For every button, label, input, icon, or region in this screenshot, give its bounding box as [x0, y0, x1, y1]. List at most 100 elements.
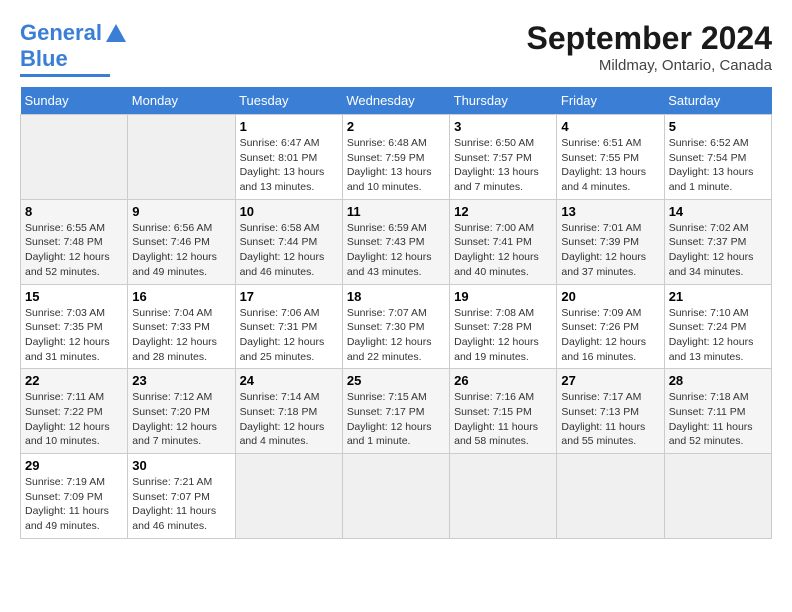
- calendar-cell: 19 Sunrise: 7:08 AM Sunset: 7:28 PM Dayl…: [450, 284, 557, 369]
- day-number: 9: [132, 204, 230, 219]
- calendar-cell: 17 Sunrise: 7:06 AM Sunset: 7:31 PM Dayl…: [235, 284, 342, 369]
- day-number: 24: [240, 373, 338, 388]
- day-info: Sunrise: 6:52 AM Sunset: 7:54 PM Dayligh…: [669, 136, 767, 195]
- day-info: Sunrise: 7:09 AM Sunset: 7:26 PM Dayligh…: [561, 306, 659, 365]
- day-number: 14: [669, 204, 767, 219]
- day-info: Sunrise: 7:21 AM Sunset: 7:07 PM Dayligh…: [132, 475, 230, 534]
- day-info: Sunrise: 6:59 AM Sunset: 7:43 PM Dayligh…: [347, 221, 445, 280]
- weekday-header-sunday: Sunday: [21, 87, 128, 115]
- calendar-cell: 16 Sunrise: 7:04 AM Sunset: 7:33 PM Dayl…: [128, 284, 235, 369]
- day-number: 13: [561, 204, 659, 219]
- day-info: Sunrise: 7:18 AM Sunset: 7:11 PM Dayligh…: [669, 390, 767, 449]
- day-number: 18: [347, 289, 445, 304]
- day-number: 16: [132, 289, 230, 304]
- calendar-cell: 25 Sunrise: 7:15 AM Sunset: 7:17 PM Dayl…: [342, 369, 449, 454]
- day-info: Sunrise: 7:17 AM Sunset: 7:13 PM Dayligh…: [561, 390, 659, 449]
- day-info: Sunrise: 7:03 AM Sunset: 7:35 PM Dayligh…: [25, 306, 123, 365]
- logo-text: General: [20, 20, 102, 46]
- weekday-header-wednesday: Wednesday: [342, 87, 449, 115]
- day-info: Sunrise: 7:00 AM Sunset: 7:41 PM Dayligh…: [454, 221, 552, 280]
- day-info: Sunrise: 7:15 AM Sunset: 7:17 PM Dayligh…: [347, 390, 445, 449]
- calendar-cell: 5 Sunrise: 6:52 AM Sunset: 7:54 PM Dayli…: [664, 115, 771, 200]
- calendar-cell: [342, 454, 449, 539]
- day-number: 28: [669, 373, 767, 388]
- day-info: Sunrise: 6:58 AM Sunset: 7:44 PM Dayligh…: [240, 221, 338, 280]
- calendar-cell: 12 Sunrise: 7:00 AM Sunset: 7:41 PM Dayl…: [450, 199, 557, 284]
- weekday-header-tuesday: Tuesday: [235, 87, 342, 115]
- day-number: 30: [132, 458, 230, 473]
- calendar-week-0: 1 Sunrise: 6:47 AM Sunset: 8:01 PM Dayli…: [21, 115, 772, 200]
- day-number: 19: [454, 289, 552, 304]
- day-info: Sunrise: 7:11 AM Sunset: 7:22 PM Dayligh…: [25, 390, 123, 449]
- day-info: Sunrise: 6:51 AM Sunset: 7:55 PM Dayligh…: [561, 136, 659, 195]
- calendar-cell: 20 Sunrise: 7:09 AM Sunset: 7:26 PM Dayl…: [557, 284, 664, 369]
- month-title: September 2024: [527, 20, 772, 57]
- calendar-cell: 9 Sunrise: 6:56 AM Sunset: 7:46 PM Dayli…: [128, 199, 235, 284]
- calendar-cell: [128, 115, 235, 200]
- day-number: 3: [454, 119, 552, 134]
- title-block: September 2024 Mildmay, Ontario, Canada: [527, 20, 772, 74]
- weekday-header-saturday: Saturday: [664, 87, 771, 115]
- day-info: Sunrise: 7:06 AM Sunset: 7:31 PM Dayligh…: [240, 306, 338, 365]
- calendar-cell: [450, 454, 557, 539]
- day-info: Sunrise: 6:48 AM Sunset: 7:59 PM Dayligh…: [347, 136, 445, 195]
- calendar-cell: [21, 115, 128, 200]
- day-number: 22: [25, 373, 123, 388]
- page-header: General Blue September 2024 Mildmay, Ont…: [20, 20, 772, 77]
- calendar-cell: 29 Sunrise: 7:19 AM Sunset: 7:09 PM Dayl…: [21, 454, 128, 539]
- calendar-cell: 15 Sunrise: 7:03 AM Sunset: 7:35 PM Dayl…: [21, 284, 128, 369]
- calendar-cell: 23 Sunrise: 7:12 AM Sunset: 7:20 PM Dayl…: [128, 369, 235, 454]
- logo-blue-text: Blue: [20, 46, 68, 72]
- calendar-cell: 1 Sunrise: 6:47 AM Sunset: 8:01 PM Dayli…: [235, 115, 342, 200]
- calendar-cell: 24 Sunrise: 7:14 AM Sunset: 7:18 PM Dayl…: [235, 369, 342, 454]
- calendar-cell: 10 Sunrise: 6:58 AM Sunset: 7:44 PM Dayl…: [235, 199, 342, 284]
- day-info: Sunrise: 7:19 AM Sunset: 7:09 PM Dayligh…: [25, 475, 123, 534]
- day-number: 27: [561, 373, 659, 388]
- day-number: 8: [25, 204, 123, 219]
- calendar-cell: 22 Sunrise: 7:11 AM Sunset: 7:22 PM Dayl…: [21, 369, 128, 454]
- location: Mildmay, Ontario, Canada: [527, 57, 772, 74]
- day-number: 25: [347, 373, 445, 388]
- day-info: Sunrise: 7:01 AM Sunset: 7:39 PM Dayligh…: [561, 221, 659, 280]
- calendar-cell: 27 Sunrise: 7:17 AM Sunset: 7:13 PM Dayl…: [557, 369, 664, 454]
- day-info: Sunrise: 7:10 AM Sunset: 7:24 PM Dayligh…: [669, 306, 767, 365]
- day-info: Sunrise: 7:16 AM Sunset: 7:15 PM Dayligh…: [454, 390, 552, 449]
- day-info: Sunrise: 7:02 AM Sunset: 7:37 PM Dayligh…: [669, 221, 767, 280]
- calendar-cell: 26 Sunrise: 7:16 AM Sunset: 7:15 PM Dayl…: [450, 369, 557, 454]
- calendar-cell: 8 Sunrise: 6:55 AM Sunset: 7:48 PM Dayli…: [21, 199, 128, 284]
- day-info: Sunrise: 6:55 AM Sunset: 7:48 PM Dayligh…: [25, 221, 123, 280]
- calendar-cell: 21 Sunrise: 7:10 AM Sunset: 7:24 PM Dayl…: [664, 284, 771, 369]
- day-number: 26: [454, 373, 552, 388]
- day-info: Sunrise: 7:07 AM Sunset: 7:30 PM Dayligh…: [347, 306, 445, 365]
- calendar-cell: 3 Sunrise: 6:50 AM Sunset: 7:57 PM Dayli…: [450, 115, 557, 200]
- day-number: 17: [240, 289, 338, 304]
- calendar-week-2: 15 Sunrise: 7:03 AM Sunset: 7:35 PM Dayl…: [21, 284, 772, 369]
- day-number: 2: [347, 119, 445, 134]
- calendar-cell: 28 Sunrise: 7:18 AM Sunset: 7:11 PM Dayl…: [664, 369, 771, 454]
- calendar-cell: [557, 454, 664, 539]
- calendar-cell: 11 Sunrise: 6:59 AM Sunset: 7:43 PM Dayl…: [342, 199, 449, 284]
- calendar-week-4: 29 Sunrise: 7:19 AM Sunset: 7:09 PM Dayl…: [21, 454, 772, 539]
- logo-underline: [20, 74, 110, 77]
- day-number: 12: [454, 204, 552, 219]
- calendar-week-3: 22 Sunrise: 7:11 AM Sunset: 7:22 PM Dayl…: [21, 369, 772, 454]
- logo: General Blue: [20, 20, 126, 77]
- day-info: Sunrise: 7:04 AM Sunset: 7:33 PM Dayligh…: [132, 306, 230, 365]
- weekday-header-friday: Friday: [557, 87, 664, 115]
- day-number: 1: [240, 119, 338, 134]
- day-info: Sunrise: 6:56 AM Sunset: 7:46 PM Dayligh…: [132, 221, 230, 280]
- day-number: 29: [25, 458, 123, 473]
- day-info: Sunrise: 6:47 AM Sunset: 8:01 PM Dayligh…: [240, 136, 338, 195]
- calendar-cell: 14 Sunrise: 7:02 AM Sunset: 7:37 PM Dayl…: [664, 199, 771, 284]
- day-number: 15: [25, 289, 123, 304]
- weekday-header-monday: Monday: [128, 87, 235, 115]
- day-info: Sunrise: 7:08 AM Sunset: 7:28 PM Dayligh…: [454, 306, 552, 365]
- day-info: Sunrise: 7:14 AM Sunset: 7:18 PM Dayligh…: [240, 390, 338, 449]
- calendar-cell: 2 Sunrise: 6:48 AM Sunset: 7:59 PM Dayli…: [342, 115, 449, 200]
- day-number: 10: [240, 204, 338, 219]
- weekday-header-thursday: Thursday: [450, 87, 557, 115]
- calendar-cell: [235, 454, 342, 539]
- calendar-cell: 4 Sunrise: 6:51 AM Sunset: 7:55 PM Dayli…: [557, 115, 664, 200]
- day-info: Sunrise: 7:12 AM Sunset: 7:20 PM Dayligh…: [132, 390, 230, 449]
- day-number: 23: [132, 373, 230, 388]
